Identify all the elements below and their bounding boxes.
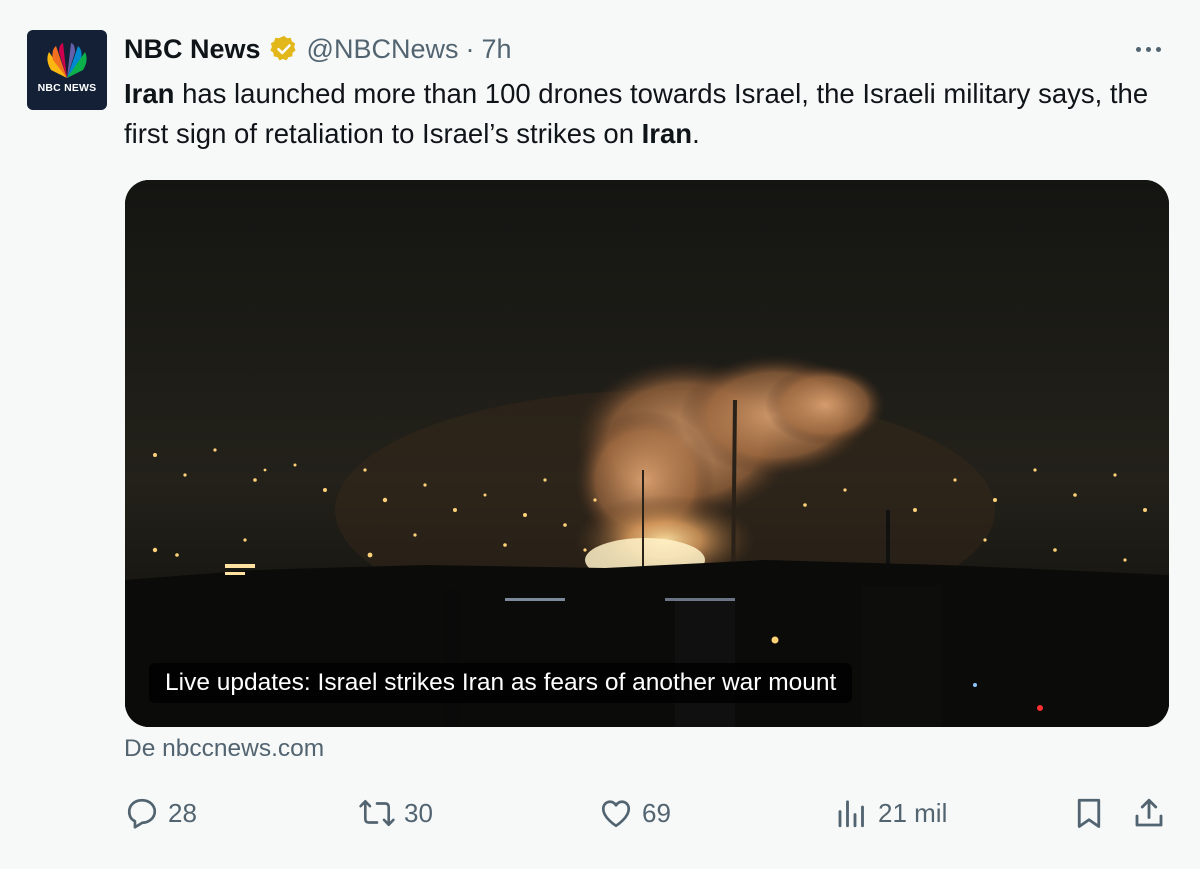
card-source-link[interactable]: De nbccnews.com: [124, 735, 324, 763]
repost-icon: [359, 799, 395, 827]
share-button[interactable]: [1131, 790, 1175, 836]
views-count: 21 mil: [878, 797, 948, 828]
card-image: [125, 180, 1169, 727]
bookmark-button[interactable]: [1071, 790, 1115, 836]
bookmark-icon: [1077, 798, 1101, 828]
author-name[interactable]: NBC News: [124, 34, 261, 65]
avatar-logo-text: NBC NEWS: [37, 82, 97, 94]
tweet[interactable]: NBC NEWS NBC News @NBCNews · 7h Iran has…: [0, 0, 1200, 869]
repost-count: 30: [404, 797, 433, 828]
timestamp[interactable]: 7h: [481, 34, 511, 65]
link-card[interactable]: Live updates: Israel strikes Iran as fea…: [125, 180, 1169, 727]
card-caption: Live updates: Israel strikes Iran as fea…: [149, 663, 853, 703]
nbc-peacock-icon: [47, 43, 87, 78]
share-icon: [1135, 798, 1163, 827]
action-bar: 28 30 69 21 mil: [0, 790, 1200, 840]
more-options-icon[interactable]: [1126, 36, 1170, 62]
author-handle[interactable]: @NBCNews: [307, 34, 459, 65]
analytics-icon: [838, 800, 864, 828]
reply-button[interactable]: 28: [124, 790, 197, 836]
verified-badge-icon[interactable]: [269, 34, 299, 64]
tweet-text-part: has launched more than 100 drones toward…: [124, 78, 1149, 149]
heart-icon: [601, 800, 631, 828]
separator-dot: ·: [465, 33, 475, 64]
repost-button[interactable]: 30: [358, 790, 433, 836]
tweet-text: Iran has launched more than 100 drones t…: [124, 74, 1174, 154]
like-count: 69: [642, 797, 671, 828]
views-button[interactable]: 21 mil: [834, 790, 947, 836]
tweet-header: NBC News @NBCNews · 7h: [124, 30, 512, 68]
tweet-text-end: .: [692, 118, 700, 149]
reply-icon: [127, 798, 157, 829]
like-button[interactable]: 69: [598, 790, 671, 836]
avatar[interactable]: NBC NEWS: [27, 30, 107, 110]
hashtag-iran-2[interactable]: Iran: [642, 118, 692, 149]
hashtag-iran-1[interactable]: Iran: [124, 78, 174, 109]
reply-count: 28: [168, 797, 197, 828]
